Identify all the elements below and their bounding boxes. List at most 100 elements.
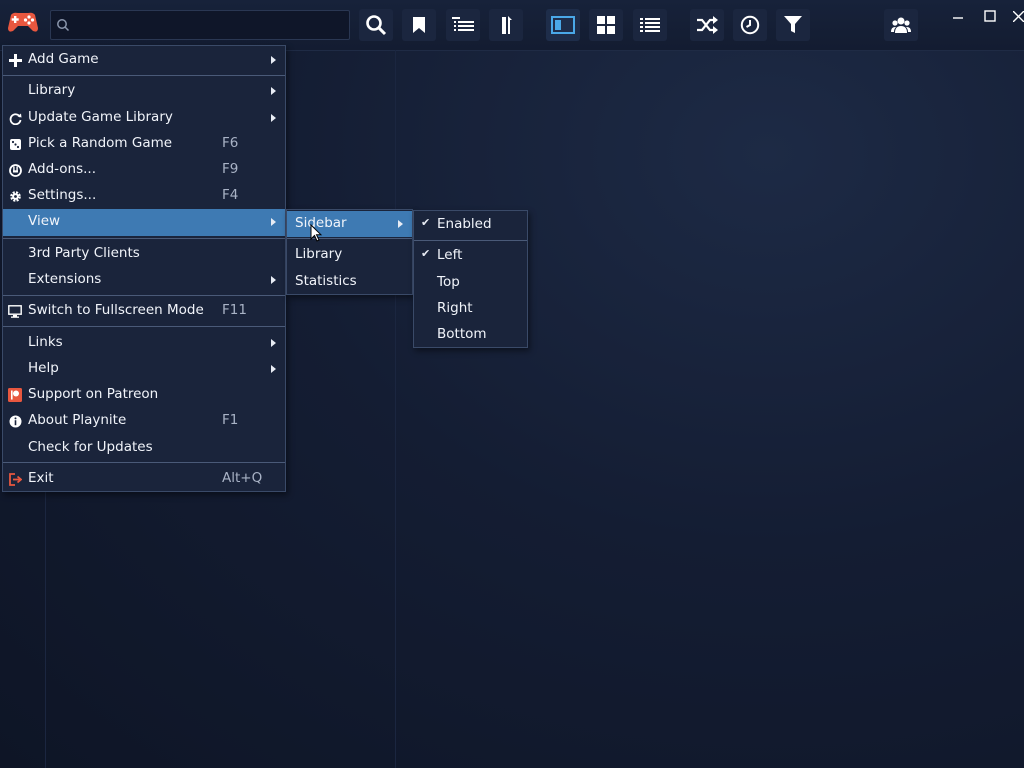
menu-item-view[interactable]: View xyxy=(3,209,285,236)
menu-item-sidebar[interactable]: Sidebar xyxy=(287,211,412,237)
menu-item-label: Top xyxy=(437,274,460,290)
shortcut-label: Alt+Q xyxy=(222,470,263,486)
playnite-logo-icon[interactable] xyxy=(7,10,39,34)
menu-item-pick-random-game[interactable]: Pick a Random Game F6 xyxy=(3,131,285,157)
gear-icon xyxy=(8,189,22,203)
menu-separator xyxy=(3,75,285,76)
menu-item-check-for-updates[interactable]: Check for Updates xyxy=(3,435,285,461)
sort-button[interactable] xyxy=(489,9,523,41)
filter-button[interactable] xyxy=(776,9,810,41)
menu-item-label: Update Game Library xyxy=(28,109,173,125)
grouping-list-icon xyxy=(452,17,474,31)
submenu-arrow-icon xyxy=(271,114,276,122)
menu-item-support-on-patreon[interactable]: Support on Patreon xyxy=(3,382,285,408)
panel-divider xyxy=(395,50,396,768)
menu-item-label: About Playnite xyxy=(28,412,127,428)
top-toolbar xyxy=(0,0,1024,51)
clock-icon xyxy=(740,15,760,35)
menu-item-label: Extensions xyxy=(28,271,102,287)
search-button[interactable] xyxy=(359,9,393,41)
menu-item-settings[interactable]: Settings... F4 xyxy=(3,183,285,209)
filter-icon xyxy=(784,16,802,33)
menu-item-sidebar-right[interactable]: Right xyxy=(414,296,527,322)
checkmark-icon: ✔ xyxy=(421,216,431,229)
menu-item-label: View xyxy=(28,213,61,229)
menu-item-about-playnite[interactable]: About Playnite F1 xyxy=(3,408,285,434)
search-field[interactable] xyxy=(50,10,350,40)
shortcut-label: F1 xyxy=(222,412,239,428)
menu-item-exit[interactable]: Exit Alt+Q xyxy=(3,466,285,492)
menu-item-label: Links xyxy=(28,334,63,350)
shuffle-icon xyxy=(697,16,718,34)
menu-item-add-game[interactable]: Add Game xyxy=(3,47,285,73)
checkmark-icon: ✔ xyxy=(421,247,431,260)
menu-item-label: Help xyxy=(28,360,59,376)
menu-separator xyxy=(3,326,285,327)
submenu-arrow-icon xyxy=(271,365,276,373)
menu-item-library[interactable]: Library xyxy=(3,78,285,104)
shortcut-label: F9 xyxy=(222,161,239,177)
menu-separator xyxy=(287,238,412,239)
menu-item-links[interactable]: Links xyxy=(3,330,285,356)
minimize-button[interactable] xyxy=(944,4,972,28)
menu-item-help[interactable]: Help xyxy=(3,356,285,382)
patreon-icon xyxy=(8,388,22,402)
menu-item-extensions[interactable]: Extensions xyxy=(3,267,285,293)
friends-icon xyxy=(891,17,911,33)
menu-item-label: Pick a Random Game xyxy=(28,135,173,151)
search-small-icon xyxy=(57,19,70,32)
menu-item-label: Enabled xyxy=(437,216,492,232)
shortcut-label: F6 xyxy=(222,135,239,151)
shortcut-label: F4 xyxy=(222,187,239,203)
grid-view-button[interactable] xyxy=(589,9,623,41)
menu-item-label: Library xyxy=(28,82,76,98)
random-game-button[interactable] xyxy=(690,9,724,41)
menu-item-sidebar-top[interactable]: Top xyxy=(414,270,527,296)
menu-item-update-game-library[interactable]: Update Game Library xyxy=(3,105,285,131)
group-by-button[interactable] xyxy=(446,9,480,41)
menu-item-label: Library xyxy=(295,246,343,262)
info-icon xyxy=(8,414,22,428)
minimize-icon xyxy=(953,17,963,19)
menu-separator xyxy=(3,462,285,463)
submenu-arrow-icon xyxy=(271,56,276,64)
close-window-button[interactable] xyxy=(1004,4,1024,28)
submenu-arrow-icon xyxy=(271,339,276,347)
menu-item-label: Statistics xyxy=(295,273,357,289)
sidebar-submenu: ✔ Enabled ✔ Left Top Right Bottom xyxy=(413,210,528,348)
refresh-icon xyxy=(8,111,22,125)
menu-item-label: Add-ons... xyxy=(28,161,96,177)
monitor-icon xyxy=(8,304,22,318)
menu-item-label: Settings... xyxy=(28,187,97,203)
menu-separator xyxy=(414,240,527,241)
menu-item-label: Exit xyxy=(28,470,54,486)
menu-item-label: Add Game xyxy=(28,51,99,67)
submenu-arrow-icon xyxy=(398,220,403,228)
details-view-button[interactable] xyxy=(546,9,580,41)
menu-item-sidebar-left[interactable]: ✔ Left xyxy=(414,243,527,269)
menu-item-3rd-party-clients[interactable]: 3rd Party Clients xyxy=(3,241,285,267)
list-view-button[interactable] xyxy=(633,9,667,41)
friends-button[interactable] xyxy=(884,9,918,41)
menu-item-label: Right xyxy=(437,300,473,316)
menu-item-sidebar-enabled[interactable]: ✔ Enabled xyxy=(414,212,527,238)
menu-item-label: 3rd Party Clients xyxy=(28,245,140,261)
menu-item-label: Bottom xyxy=(437,326,487,342)
menu-separator xyxy=(3,238,285,239)
menu-item-fullscreen-mode[interactable]: Switch to Fullscreen Mode F11 xyxy=(3,298,285,324)
maximize-button[interactable] xyxy=(976,4,1004,28)
details-view-icon xyxy=(551,16,575,34)
menu-item-label: Left xyxy=(437,247,463,263)
main-menu: Add Game Library Update Game Library Pic… xyxy=(2,45,286,492)
close-icon xyxy=(1012,10,1024,22)
bookmark-button[interactable] xyxy=(402,9,436,41)
menu-item-statistics[interactable]: Statistics xyxy=(287,269,412,295)
menu-item-add-ons[interactable]: Add-ons... F9 xyxy=(3,157,285,183)
sort-icon xyxy=(502,16,512,34)
search-input[interactable] xyxy=(75,15,347,37)
shortcut-label: F11 xyxy=(222,302,247,318)
recent-activity-button[interactable] xyxy=(733,9,767,41)
menu-item-sidebar-bottom[interactable]: Bottom xyxy=(414,322,527,348)
menu-item-view-library[interactable]: Library xyxy=(287,242,412,268)
grid-view-icon xyxy=(597,16,615,34)
